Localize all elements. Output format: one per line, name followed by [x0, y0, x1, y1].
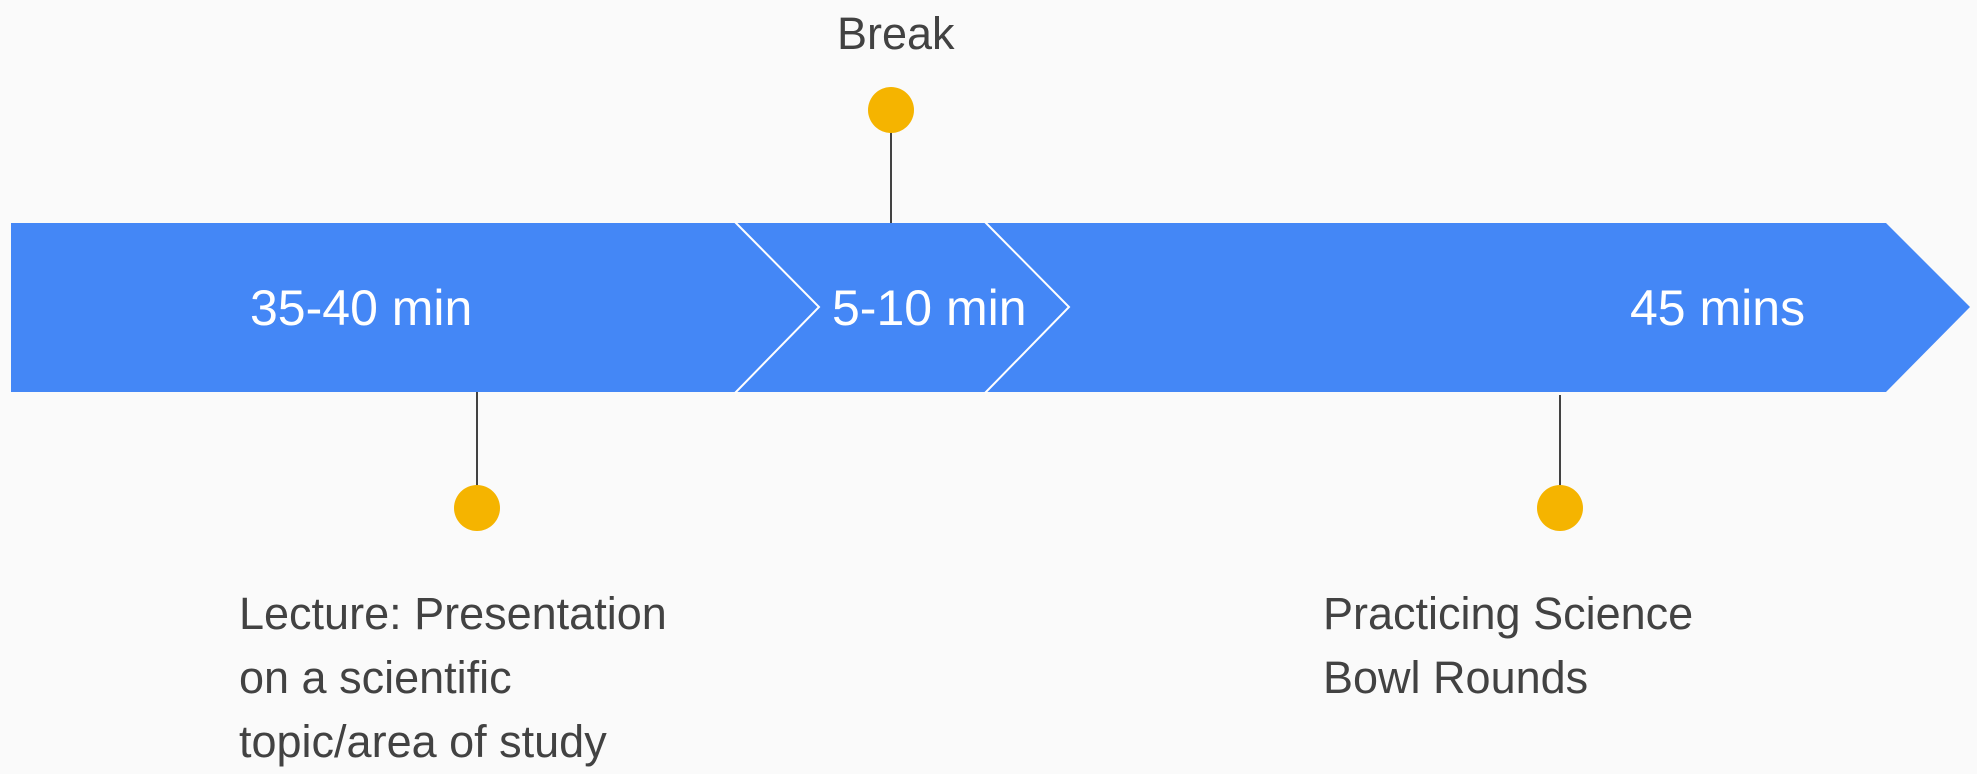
segment-duration-2: 5-10 min — [832, 280, 1027, 336]
event-break-line-1: Break — [837, 8, 955, 59]
segment-duration-3: 45 mins — [1630, 280, 1806, 336]
event-lecture-line-3: topic/area of study — [239, 716, 607, 767]
practice-marker — [1537, 485, 1583, 531]
lecture-marker — [454, 485, 500, 531]
event-practice-label: Practicing Science Bowl Rounds — [1323, 582, 1693, 710]
event-practice-line-1: Practicing Science — [1323, 588, 1694, 639]
event-break-label: Break — [837, 2, 955, 66]
event-practice-line-2: Bowl Rounds — [1323, 652, 1589, 703]
break-marker — [868, 87, 914, 133]
segment-duration-1: 35-40 min — [250, 280, 473, 336]
event-lecture-line-2: on a scientific — [239, 652, 512, 703]
event-lecture-label: Lecture: Presentation on a scientific to… — [239, 582, 667, 774]
event-lecture-line-1: Lecture: Presentation — [239, 588, 667, 639]
